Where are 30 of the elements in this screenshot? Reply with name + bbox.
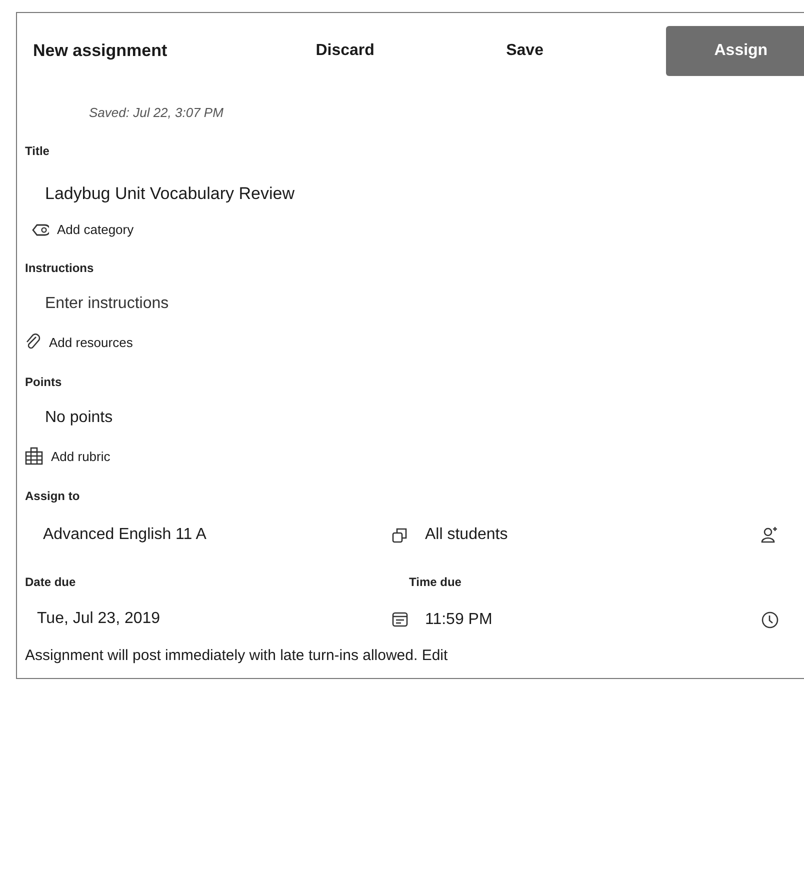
students-picker[interactable]: All students	[425, 525, 779, 545]
header-button[interactable]: Discard	[276, 38, 466, 64]
field-label: Assign to	[25, 489, 81, 503]
footer-note: Assignment will post immediately with late turn-ins allowed. Edit	[25, 647, 449, 664]
header-button[interactable]: Save	[466, 38, 666, 64]
field-label: Date due	[25, 575, 77, 589]
tag-icon	[31, 222, 49, 236]
points-field[interactable]: No points	[45, 405, 545, 431]
add-resources-button[interactable]: Add resources	[25, 331, 133, 353]
field-label: Instructions	[25, 261, 95, 275]
calendar-icon	[391, 610, 409, 628]
class-picker[interactable]: Advanced English 11 A	[43, 525, 409, 545]
field-label: Points	[25, 375, 63, 389]
date-picker[interactable]: Tue, Jul 23, 2019	[37, 609, 409, 629]
clock-icon	[761, 611, 779, 629]
add-category-button[interactable]: Add category	[31, 220, 134, 239]
edit-link[interactable]: Edit	[422, 647, 448, 664]
copy-icon	[391, 526, 409, 544]
assign-button[interactable]: Assign	[666, 26, 804, 76]
title-field[interactable]: Ladybug Unit Vocabulary Review	[45, 178, 545, 210]
add-rubric-button[interactable]: Add rubric	[25, 445, 110, 467]
field-label: Title	[25, 144, 50, 158]
grid-icon	[25, 447, 43, 465]
paperclip-icon	[25, 333, 41, 351]
instructions-field[interactable]: Enter instructions	[45, 291, 545, 317]
saved-status: Saved: Jul 22, 3:07 PM	[89, 105, 224, 120]
add-person-icon	[759, 525, 779, 545]
time-picker[interactable]: 11:59 PM	[425, 611, 779, 629]
dialog-title: New assignment	[33, 41, 168, 61]
field-label: Time due	[409, 575, 462, 589]
